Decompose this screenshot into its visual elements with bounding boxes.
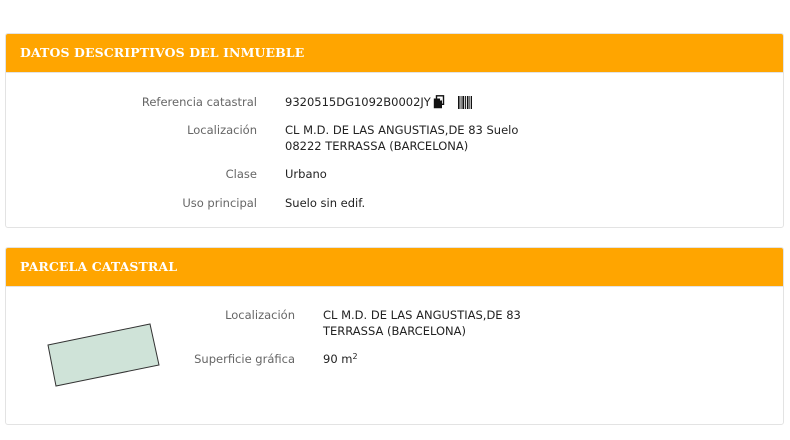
- localizacion-label: Localización: [187, 123, 257, 137]
- superficie-label: Superficie gráfica: [194, 352, 295, 366]
- parcela-localizacion-line2: TERRASSA (BARCELONA): [323, 324, 466, 338]
- localizacion-line2: 08222 TERRASSA (BARCELONA): [285, 139, 469, 153]
- uso-principal-label: Uso principal: [182, 196, 257, 210]
- ref-catastral-label: Referencia catastral: [141, 95, 257, 109]
- inmueble-panel-title: DATOS DESCRIPTIVOS DEL INMUEBLE: [6, 34, 783, 73]
- superficie-exponent: 2: [352, 352, 358, 361]
- ref-catastral-value: 9320515DG1092B0002JY: [285, 95, 431, 109]
- clase-label: Clase: [225, 167, 257, 181]
- copy-icon[interactable]: [433, 94, 445, 113]
- superficie-number: 90 m: [323, 352, 353, 366]
- localizacion-line1: CL M.D. DE LAS ANGUSTIAS,DE 83 Suelo: [285, 123, 519, 137]
- parcela-localizacion-label: Localización: [225, 308, 295, 322]
- uso-principal-value: Suelo sin edif.: [285, 196, 366, 210]
- barcode-icon[interactable]: [458, 94, 472, 113]
- parcela-panel: PARCELA CATASTRAL Localización CL M.D. D…: [5, 247, 784, 425]
- parcela-panel-title: PARCELA CATASTRAL: [6, 248, 783, 287]
- superficie-value: 90 m2: [323, 351, 358, 367]
- clase-value: Urbano: [285, 167, 327, 181]
- inmueble-panel: DATOS DESCRIPTIVOS DEL INMUEBLE Referenc…: [5, 33, 784, 228]
- parcela-localizacion-line1: CL M.D. DE LAS ANGUSTIAS,DE 83: [323, 308, 521, 322]
